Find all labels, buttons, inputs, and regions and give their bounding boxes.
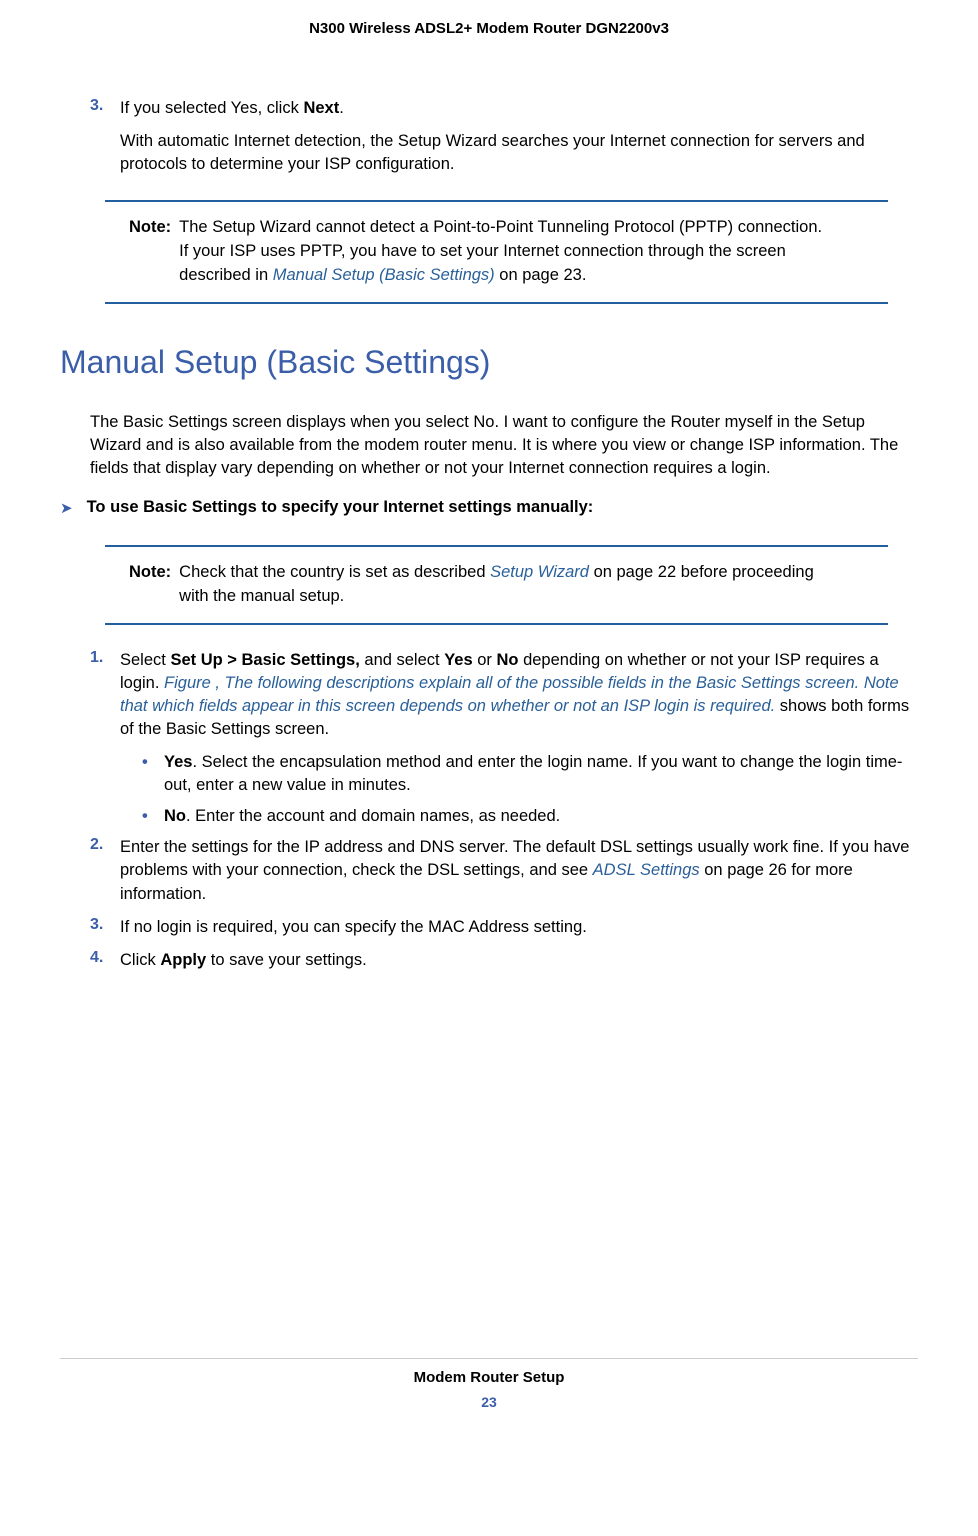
- step-text: If you selected Yes, click Next.: [120, 97, 918, 120]
- note-block-1: Note: The Setup Wizard cannot detect a P…: [105, 200, 888, 304]
- step-3-prev: 3. If you selected Yes, click Next. With…: [90, 97, 918, 176]
- link-adsl-settings[interactable]: ADSL Settings: [593, 861, 700, 879]
- step-text: Click Apply to save your settings.: [120, 949, 918, 972]
- step-marker: 4.: [90, 949, 103, 967]
- page-number: 23: [60, 1394, 918, 1410]
- text-fragment: .: [339, 99, 344, 117]
- text-fragment: Check that the country is set as describ…: [179, 563, 490, 581]
- step-text: Enter the settings for the IP address an…: [120, 836, 918, 905]
- header-title: N300 Wireless ADSL2+ Modem Router DGN220…: [60, 20, 918, 37]
- text-bold: Apply: [160, 951, 206, 969]
- bullet-no: No. Enter the account and domain names, …: [142, 805, 918, 828]
- text-fragment: . Enter the account and domain names, as…: [186, 807, 560, 825]
- step-marker: 1.: [90, 649, 103, 667]
- note-block-2: Note: Check that the country is set as d…: [105, 545, 888, 625]
- arrow-icon: ➤: [60, 498, 73, 521]
- step-text: Select Set Up > Basic Settings, and sele…: [120, 649, 918, 741]
- text-bold: Next: [303, 99, 339, 117]
- text-bold: No: [497, 651, 519, 669]
- task-heading: ➤ To use Basic Settings to specify your …: [60, 498, 918, 521]
- step-4: 4. Click Apply to save your settings.: [90, 949, 918, 972]
- step-text: With automatic Internet detection, the S…: [120, 130, 918, 176]
- text-fragment: to save your settings.: [206, 951, 367, 969]
- step-marker: 3.: [90, 97, 103, 115]
- step-marker: 2.: [90, 836, 103, 854]
- step-marker: 3.: [90, 916, 103, 934]
- note-text: The Setup Wizard cannot detect a Point-t…: [179, 216, 864, 288]
- step-2: 2. Enter the settings for the IP address…: [90, 836, 918, 905]
- text-fragment: Click: [120, 951, 160, 969]
- link-setup-wizard[interactable]: Setup Wizard: [490, 563, 589, 581]
- text-fragment: and select: [360, 651, 444, 669]
- text-fragment: . Select the encapsulation method and en…: [164, 753, 902, 794]
- note-label: Note:: [129, 561, 171, 609]
- footer-title: Modem Router Setup: [60, 1369, 918, 1386]
- bullet-list: Yes. Select the encapsulation method and…: [120, 751, 918, 828]
- text-fragment: Select: [120, 651, 170, 669]
- text-fragment: or: [473, 651, 497, 669]
- section-heading: Manual Setup (Basic Settings): [60, 344, 918, 381]
- note-label: Note:: [129, 216, 171, 288]
- bullet-yes: Yes. Select the encapsulation method and…: [142, 751, 918, 797]
- text-fragment: If you selected Yes, click: [120, 99, 303, 117]
- step-1: 1. Select Set Up > Basic Settings, and s…: [90, 649, 918, 829]
- step-3: 3. If no login is required, you can spec…: [90, 916, 918, 939]
- text-bold: Yes: [444, 651, 472, 669]
- note-text: Check that the country is set as describ…: [179, 561, 864, 609]
- text-fragment: on page 23.: [495, 266, 587, 284]
- continuation-list: 3. If you selected Yes, click Next. With…: [60, 97, 918, 176]
- task-text: To use Basic Settings to specify your In…: [87, 498, 594, 517]
- section-intro: The Basic Settings screen displays when …: [90, 411, 918, 480]
- link-manual-setup[interactable]: Manual Setup (Basic Settings): [273, 266, 495, 284]
- page-footer: Modem Router Setup 23: [60, 1358, 918, 1410]
- numbered-steps: 1. Select Set Up > Basic Settings, and s…: [60, 649, 918, 972]
- step-text: If no login is required, you can specify…: [120, 916, 918, 939]
- text-bold: Set Up > Basic Settings,: [170, 651, 359, 669]
- text-bold: No: [164, 807, 186, 825]
- text-bold: Yes: [164, 753, 192, 771]
